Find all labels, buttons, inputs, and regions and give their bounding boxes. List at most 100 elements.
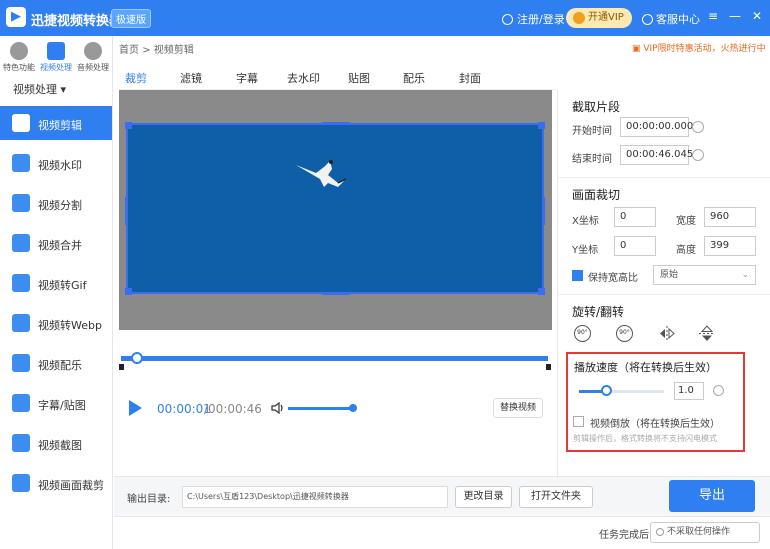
rotate-right-icon[interactable]: 90° <box>616 325 633 342</box>
vip-button[interactable]: 开通VIP <box>566 8 632 28</box>
tab-filter[interactable]: 滤镜 <box>180 70 202 86</box>
timeline <box>119 331 552 377</box>
watermark-icon <box>12 154 30 172</box>
section-dropdown[interactable]: 视频处理 ▾ <box>13 81 66 97</box>
user-icon <box>502 14 513 25</box>
volume-icon[interactable] <box>271 402 285 414</box>
flip-horizontal-icon[interactable] <box>658 325 676 342</box>
category-video[interactable]: 视频处理 <box>37 40 75 73</box>
timeline-playhead[interactable] <box>131 352 143 364</box>
rotate-left-icon[interactable]: 90° <box>574 325 591 342</box>
minimize-icon[interactable]: — <box>728 9 742 23</box>
volume-knob[interactable] <box>349 404 357 412</box>
speed-title: 播放速度（将在转换后生效） <box>574 361 717 374</box>
change-directory-button[interactable]: 更改目录 <box>455 486 512 508</box>
crop-handle[interactable] <box>322 292 350 295</box>
sidebar-item-video-edit[interactable]: 视频剪辑 <box>0 106 112 140</box>
crop-handle[interactable] <box>538 122 545 129</box>
end-time-input[interactable]: 00:00:46.045 <box>620 145 693 165</box>
total-time: /00:00:46 <box>204 402 262 416</box>
sidebar-item-merge[interactable]: 视频合并 <box>0 226 112 260</box>
service-center-link[interactable]: 客服中心 <box>642 11 700 27</box>
crop-handle[interactable] <box>125 288 132 295</box>
start-time-input[interactable]: 00:00:00.000 <box>620 117 693 137</box>
radio-icon <box>656 528 664 536</box>
y-input[interactable]: 0 <box>614 236 656 256</box>
sidebar-item-music[interactable]: 视频配乐 <box>0 346 112 380</box>
headset-icon <box>642 14 653 25</box>
video-edit-icon <box>12 114 30 132</box>
speed-section: 播放速度（将在转换后生效） 1.0 视频倒放（将在转换后生效） 剪辑操作后，格式… <box>566 352 745 452</box>
sidebar-item-watermark[interactable]: 视频水印 <box>0 146 112 180</box>
music-note-icon <box>12 354 30 372</box>
merge-icon <box>12 234 30 252</box>
x-label: X坐标 <box>572 216 599 227</box>
tab-subtitle[interactable]: 字幕 <box>236 70 258 86</box>
tab-sticker[interactable]: 贴图 <box>348 70 370 86</box>
current-time: 00:00:01 <box>157 402 211 416</box>
edition-badge: 极速版 <box>111 9 151 28</box>
music-icon <box>84 42 102 60</box>
timeline-track[interactable] <box>121 356 548 361</box>
login-link[interactable]: 注册/登录 <box>502 11 565 27</box>
sidebar-item-subtitle[interactable]: 字幕/贴图 <box>0 386 112 420</box>
category-tabs: 特色功能 视频处理 音频处理 <box>0 40 113 76</box>
output-path-field[interactable]: C:\Users\互盾123\Desktop\迅捷视频转换器 <box>182 486 448 508</box>
reset-end-icon[interactable] <box>692 149 704 161</box>
video-frame[interactable] <box>125 122 545 295</box>
sticker-icon <box>12 394 30 412</box>
ratio-dropdown[interactable]: 原始 ⌄ <box>653 265 756 285</box>
crop-handle[interactable] <box>125 197 128 225</box>
output-bar: 输出目录: C:\Users\互盾123\Desktop\迅捷视频转换器 更改目… <box>114 476 770 516</box>
edit-tabs: 裁剪 滤镜 字幕 去水印 贴图 配乐 封面 <box>119 62 557 90</box>
tab-crop[interactable]: 裁剪 <box>125 70 147 86</box>
volume-slider[interactable] <box>288 407 353 410</box>
sidebar-item-gif[interactable]: 视频转Gif <box>0 266 112 300</box>
height-label: 高度 <box>676 245 696 256</box>
star-icon <box>10 42 28 60</box>
vip-promo-link[interactable]: ▣ VIP限时特惠活动，火热进行中 <box>632 41 766 54</box>
reverse-checkbox[interactable] <box>573 416 584 427</box>
crop-handle[interactable] <box>125 122 132 129</box>
breadcrumb-home[interactable]: 首页 <box>119 45 139 56</box>
sidebar-item-split[interactable]: 视频分割 <box>0 186 112 220</box>
category-featured[interactable]: 特色功能 <box>0 40 38 73</box>
output-label: 输出目录: <box>127 494 171 505</box>
play-icon[interactable] <box>129 400 142 416</box>
bird-image <box>296 160 347 187</box>
sidebar-item-crop[interactable]: 视频画面裁剪 <box>0 466 112 500</box>
open-folder-button[interactable]: 打开文件夹 <box>519 486 593 508</box>
width-input[interactable]: 960 <box>704 207 756 227</box>
task-complete-label: 任务完成后 <box>599 530 649 541</box>
keep-ratio-checkbox[interactable] <box>572 270 583 281</box>
x-input[interactable]: 0 <box>614 207 656 227</box>
reset-start-icon[interactable] <box>692 121 704 133</box>
menu-icon[interactable]: ≡ <box>706 9 720 23</box>
category-audio[interactable]: 音频处理 <box>74 40 112 73</box>
caret-down-icon: ▾ <box>60 83 67 96</box>
tab-music[interactable]: 配乐 <box>403 70 425 86</box>
screenshot-icon <box>12 434 30 452</box>
close-icon[interactable]: ✕ <box>750 9 764 23</box>
film-icon <box>47 42 65 60</box>
flip-vertical-icon[interactable] <box>698 325 716 342</box>
export-button[interactable]: 导出 <box>669 480 755 512</box>
reset-speed-icon[interactable] <box>713 385 724 396</box>
replace-video-button[interactable]: 替换视频 <box>493 398 543 418</box>
tab-cover[interactable]: 封面 <box>459 70 481 86</box>
crop-handle[interactable] <box>322 122 350 125</box>
crop-handle[interactable] <box>542 197 545 225</box>
sidebar-item-webp[interactable]: 视频转Webp <box>0 306 112 340</box>
crop-handle[interactable] <box>538 288 545 295</box>
speed-knob[interactable] <box>601 385 612 396</box>
reverse-label: 视频倒放（将在转换后生效） <box>590 419 720 430</box>
left-sidebar: 特色功能 视频处理 音频处理 视频处理 ▾ 视频剪辑 视频水印 视频分割 视频合… <box>0 36 113 549</box>
height-input[interactable]: 399 <box>704 236 756 256</box>
breadcrumb-current: 视频剪辑 <box>153 45 194 56</box>
task-action-dropdown[interactable]: 不采取任何操作 <box>650 522 760 543</box>
tab-remove-watermark[interactable]: 去水印 <box>287 70 320 86</box>
trim-end-handle[interactable] <box>546 364 551 370</box>
sidebar-item-screenshot[interactable]: 视频截图 <box>0 426 112 460</box>
trim-start-handle[interactable] <box>119 364 124 370</box>
speed-input[interactable]: 1.0 <box>674 382 704 400</box>
